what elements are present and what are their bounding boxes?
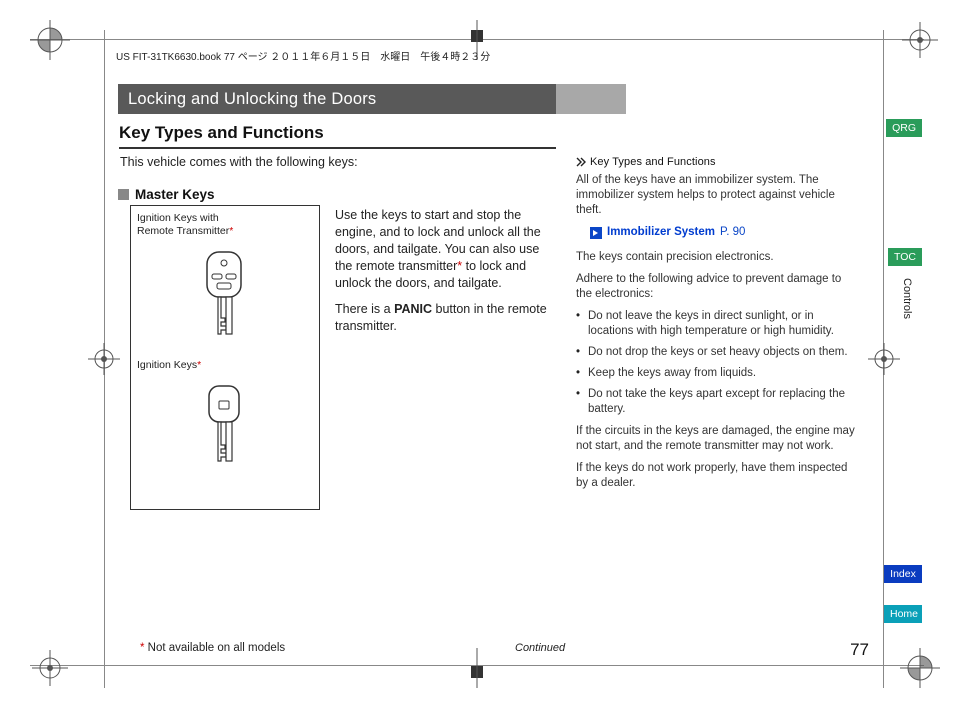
registration-mark-icon [900,648,940,688]
registration-mark-icon [457,648,497,688]
list-item: Do not leave the keys in direct sunlight… [576,309,860,339]
sidebar-heading-text: Key Types and Functions [590,155,716,169]
sidebar-paragraph: All of the keys have an immobilizer syst… [576,173,860,218]
side-label-controls: Controls [901,278,913,319]
intro-text: This vehicle comes with the following ke… [120,155,358,169]
sidebar-paragraph: The keys contain precision electronics. [576,250,860,265]
sidebar-paragraph: If the circuits in the keys are damaged,… [576,424,860,454]
tab-toc[interactable]: TOC [888,248,922,266]
figure-label-ignition: Ignition Keys* [137,359,201,372]
key-with-remote-icon [179,246,269,341]
continued-label: Continued [515,642,565,654]
subsection-heading-text: Master Keys [135,187,215,202]
tab-qrg[interactable]: QRG [886,119,922,137]
square-bullet-icon [118,189,129,200]
registration-mark-icon [84,339,124,379]
figure-label-line: Ignition Keys with [137,212,219,224]
link-page: P. 90 [720,225,745,240]
figure-label-line: Remote Transmitter [137,225,229,237]
panic-label: PANIC [394,302,432,316]
sidebar-bullet-list: Do not leave the keys in direct sunlight… [576,309,860,417]
cross-reference-link[interactable]: Immobilizer System P. 90 [590,225,860,240]
asterisk-icon: * [229,225,233,237]
figure-box: Ignition Keys with Remote Transmitter* I… [130,205,320,510]
tab-index[interactable]: Index [884,565,922,583]
list-item: Do not take the keys apart except for re… [576,387,860,417]
subsection-heading: Master Keys [118,187,215,202]
registration-mark-icon [864,339,904,379]
sidebar-column: Key Types and Functions All of the keys … [576,155,860,498]
body-column: Use the keys to start and stop the engin… [335,207,560,345]
registration-mark-icon [30,20,70,60]
chapter-title: Locking and Unlocking the Doors [128,90,376,109]
key-plain-icon [179,381,269,471]
page-number: 77 [850,640,869,660]
section-underline [119,147,556,149]
body-paragraph: There is a PANIC button in the remote tr… [335,301,560,335]
section-title: Key Types and Functions [119,123,324,143]
chevron-right-icon [576,157,586,167]
figure-label-remote: Ignition Keys with Remote Transmitter* [137,212,233,238]
figure-label-line: Ignition Keys [137,359,197,371]
registration-mark-icon [30,648,70,688]
body-paragraph: Use the keys to start and stop the engin… [335,207,560,291]
sidebar-paragraph: Adhere to the following advice to preven… [576,272,860,302]
sidebar-heading: Key Types and Functions [576,155,860,169]
link-text: Immobilizer System [607,225,715,240]
list-item: Keep the keys away from liquids. [576,366,860,381]
footnote-text: Not available on all models [144,642,285,654]
page-meta-header: US FIT-31TK6630.book 77 ページ ２０１１年６月１５日 水… [116,48,490,63]
body-text: There is a [335,302,394,316]
link-arrow-icon [590,227,602,239]
tab-home[interactable]: Home [884,605,922,623]
registration-mark-icon [900,20,940,60]
sidebar-paragraph: If the keys do not work properly, have t… [576,461,860,491]
chapter-title-bar: Locking and Unlocking the Doors [118,84,556,114]
footnote: * Not available on all models [140,642,285,654]
asterisk-icon: * [197,359,201,371]
list-item: Do not drop the keys or set heavy object… [576,345,860,360]
title-bar-shade [556,84,626,114]
